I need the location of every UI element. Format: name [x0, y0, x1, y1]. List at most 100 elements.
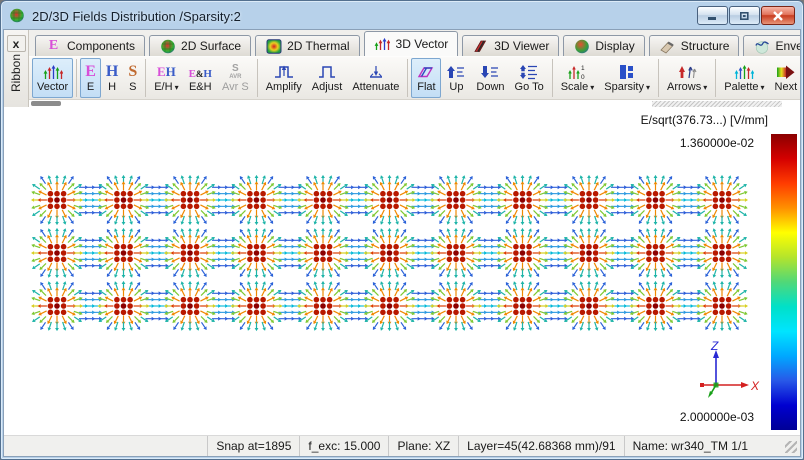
tab-display[interactable]: Display: [563, 35, 645, 56]
tab-label: Structure: [680, 39, 730, 53]
toolbar-button-h[interactable]: HH: [101, 58, 123, 98]
status-spacer: [4, 436, 207, 456]
toolbar-button-label: Go To: [514, 81, 544, 93]
thermal-icon: [265, 38, 282, 54]
app-icon: [9, 8, 26, 24]
tab-2d-thermal[interactable]: 2D Thermal: [255, 35, 360, 56]
tab-label: Display: [595, 39, 635, 53]
flat-icon: [416, 61, 436, 80]
toolbar-button-palette[interactable]: Palette ▾: [719, 58, 769, 98]
down-icon: [480, 61, 500, 80]
palette-icon: [734, 61, 755, 80]
toolbar-separator: [658, 59, 660, 97]
resize-grip[interactable]: [785, 441, 797, 453]
toolbar-button-avr-s: S AVR Avr S: [217, 58, 254, 98]
toolbar-button-go-to[interactable]: Go To: [510, 58, 549, 98]
vector3d-icon: [374, 37, 391, 52]
panel-close-button[interactable]: x: [6, 35, 26, 52]
window-controls: [697, 6, 795, 25]
toolbar-separator: [256, 59, 258, 97]
close-button[interactable]: [761, 6, 795, 25]
viewer3d-icon: [472, 39, 489, 54]
components-icon: E: [48, 38, 59, 53]
toolbar-button-label: S: [129, 81, 137, 93]
toolbar-button-e-h[interactable]: E&H E&H: [184, 58, 217, 98]
toolbar-button-e[interactable]: EE: [80, 58, 101, 98]
ribbon-scroll-thumb[interactable]: [31, 101, 61, 106]
toolbar-button-up[interactable]: Up: [441, 58, 471, 98]
field-vector-plot[interactable]: [4, 107, 800, 435]
arrows-icon: [677, 61, 697, 80]
dropdown-arrow-icon: ▾: [703, 83, 708, 92]
avrs-icon: S AVR: [229, 63, 242, 81]
svg-text:1: 1: [581, 65, 585, 72]
colorbar-max-value: 1.360000e-02: [679, 136, 754, 150]
toolbar-button-label: Adjust: [311, 81, 343, 93]
tab-components[interactable]: E Components: [35, 35, 146, 56]
dropdown-arrow-icon: ▾: [590, 83, 595, 92]
attenuate-icon: [366, 61, 386, 80]
toolbar-button-label: E/H ▾: [154, 81, 179, 93]
toolbar-button-amplify[interactable]: Amplify: [261, 58, 307, 98]
svg-text:0: 0: [581, 74, 585, 80]
up-icon: [446, 61, 466, 80]
axes-triad: Z X: [700, 339, 760, 398]
app-window: 2D/3D Fields Distribution /Sparsity:2 x …: [0, 0, 804, 460]
tab-structure[interactable]: Structure: [648, 35, 740, 56]
toolbar-button-vector[interactable]: Vector: [32, 58, 74, 98]
tab-2d-surface[interactable]: 2D Surface: [149, 35, 252, 56]
toolbar-button-flat[interactable]: Flat: [411, 58, 442, 98]
tab-label: 2D Thermal: [287, 39, 350, 53]
toolbar-button-label: Sparsity ▾: [604, 81, 651, 93]
vector-icon: [43, 61, 63, 80]
toolbar-button-label: Vector: [37, 81, 69, 93]
toolbar-separator: [407, 59, 409, 97]
colorbar: [771, 134, 797, 430]
dropdown-arrow-icon: ▾: [174, 83, 179, 92]
restore-button[interactable]: [729, 6, 760, 25]
eandh-icon: E&H: [188, 68, 212, 80]
z-axis-label: Z: [710, 339, 719, 353]
tab-label: 3D Viewer: [494, 39, 550, 53]
toolbar-button-adjust[interactable]: Adjust: [307, 58, 348, 98]
toolbar-button-label: Down: [476, 81, 505, 93]
toolbar-button-attenuate[interactable]: Attenuate: [347, 58, 404, 98]
toolbar-button-label: Arrows ▾: [667, 81, 708, 93]
e-icon: E: [85, 63, 96, 80]
toolbar-separator: [76, 59, 78, 97]
tab-3d-viewer[interactable]: 3D Viewer: [462, 35, 560, 56]
ribbon-panel-strip[interactable]: x Ribbon: [4, 30, 29, 107]
surface-icon: [159, 39, 176, 54]
h-icon: H: [105, 63, 119, 80]
restore-icon: [739, 11, 749, 20]
ribbon-main: E Components 2D Surface 2D Thermal 3D Vector…: [29, 30, 800, 107]
toolbar-button-label: Palette ▾: [724, 81, 765, 93]
display-tab-icon: [573, 39, 590, 54]
toolbar-button-next[interactable]: Next: [770, 58, 800, 98]
colorbar-min-value: 2.000000e-03: [679, 410, 754, 424]
toolbar-button-label: E&H: [188, 81, 212, 93]
toolbar-separator: [145, 59, 147, 97]
minimize-button[interactable]: [697, 6, 728, 25]
tab-label: Envelope: [775, 39, 801, 53]
title-bar[interactable]: 2D/3D Fields Distribution /Sparsity:2: [3, 3, 801, 29]
toolbar-button-s[interactable]: SS: [123, 58, 142, 98]
status-item: Snap at=1895: [207, 436, 299, 456]
ribbon-scroll-strip: [29, 99, 800, 107]
toolbar-button-scale[interactable]: 1 0 Scale ▾: [556, 58, 600, 98]
eh-icon: EH: [157, 64, 176, 79]
toolbar-button-label: Attenuate: [352, 81, 400, 93]
scale-icon: 10: [567, 61, 587, 80]
tab-3d-vector[interactable]: 3D Vector: [363, 31, 459, 56]
toolbar-button-sparsity[interactable]: Sparsity ▾: [599, 58, 655, 98]
next-icon: [776, 61, 796, 80]
toolbar-button-e-h[interactable]: EH E/H ▾: [149, 58, 183, 98]
toolbar-button-label: Up: [449, 81, 464, 93]
toolbar-button-label: E: [86, 81, 95, 93]
toolbar-button-down[interactable]: Down: [471, 58, 509, 98]
status-item: Name: wr340_TM 1/1: [623, 436, 756, 456]
x-axis-arrow: [741, 382, 749, 388]
tab-envelope[interactable]: Envelope: [743, 35, 801, 56]
toolbar-button-arrows[interactable]: Arrows ▾: [662, 58, 712, 98]
field-viewport[interactable]: E/sqrt(376.73...) [V/mm] 1.360000e-02 2.…: [4, 107, 800, 435]
